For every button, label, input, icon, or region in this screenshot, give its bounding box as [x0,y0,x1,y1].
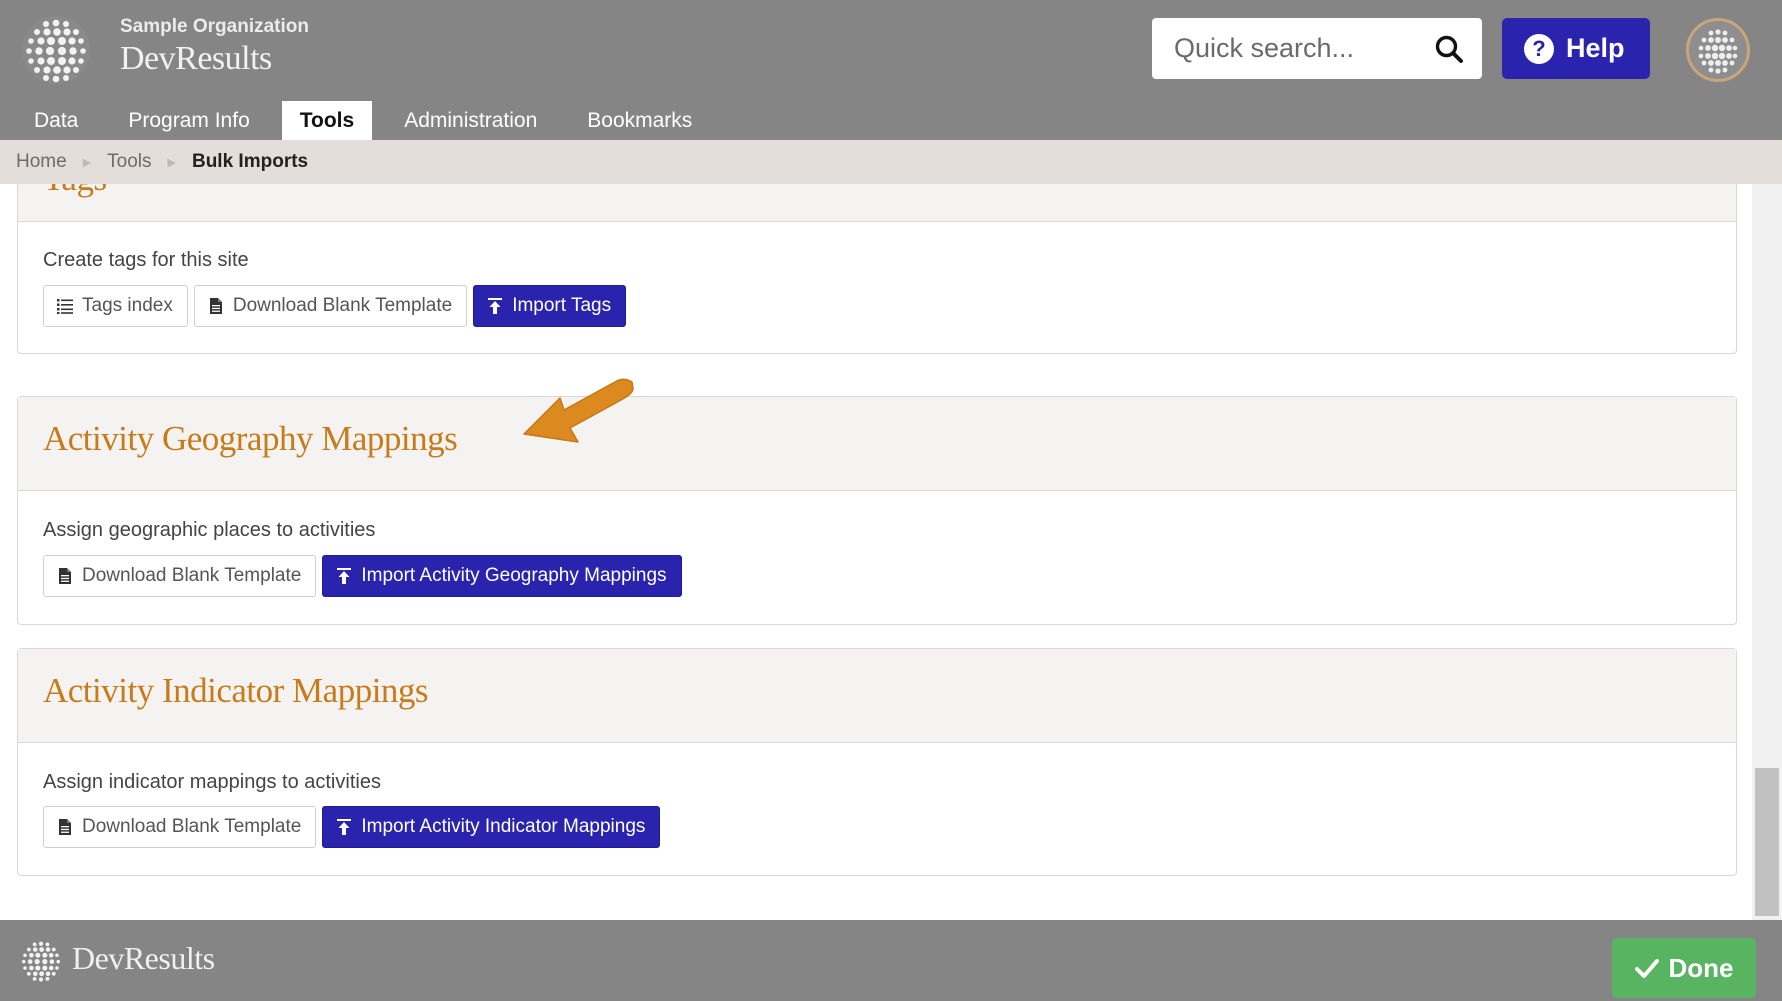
section-title: Activity Geography Mappings [43,419,458,458]
section-header: Activity Geography Mappings [18,397,1736,491]
button-label: Import Activity Geography Mappings [361,565,667,586]
nav-tab-bookmarks[interactable]: Bookmarks [569,101,710,140]
download-blank-template-button[interactable]: Download Blank Template [43,806,317,848]
section-description: Create tags for this site [43,249,249,271]
section-description: Assign indicator mappings to activities [43,771,381,793]
section-actions: Download Blank Template Import Activity … [43,806,661,848]
breadcrumb-separator-icon: ▶ [82,156,92,169]
section-activity-geography-mappings: Activity Geography Mappings Assign geogr… [17,396,1737,625]
organization-name: Sample Organization [120,16,309,37]
section-activity-indicator-mappings: Activity Indicator Mappings Assign indic… [17,648,1737,876]
breadcrumb-bulk-imports: Bulk Imports [191,151,309,172]
avatar-globe-icon [1698,29,1738,74]
button-label: Tags index [82,295,173,316]
import-tags-button[interactable]: Import Tags [473,285,627,327]
nav-tab-tools[interactable]: Tools [281,101,373,140]
upload-icon [337,819,352,835]
nav-tab-program-info[interactable]: Program Info [110,101,267,140]
devresults-logo-icon [21,941,61,982]
download-blank-template-button[interactable]: Download Blank Template [193,285,468,327]
list-icon [57,299,73,314]
button-label: Import Tags [512,295,612,316]
file-icon [209,298,222,314]
help-button-label: Help [1566,33,1625,63]
question-circle-icon: ? [1524,33,1554,64]
section-description: Assign geographic places to activities [43,519,376,541]
search-icon[interactable] [1434,34,1464,64]
main-nav: Data Program Info Tools Administration B… [0,101,724,140]
tags-index-button[interactable]: Tags index [43,285,188,327]
nav-tab-data[interactable]: Data [16,101,96,140]
quick-search-input[interactable] [1152,18,1422,79]
nav-tab-administration[interactable]: Administration [386,101,555,140]
quick-search [1152,18,1482,79]
main-content: Tags Create tags for this site Tags inde… [0,184,1752,920]
file-icon [59,568,71,584]
section-header: Tags [18,184,1736,222]
breadcrumb-separator-icon: ▶ [167,156,176,169]
done-button[interactable]: Done [1612,938,1756,998]
user-avatar[interactable] [1686,18,1750,82]
upload-icon [488,298,503,314]
help-button[interactable]: ? Help [1502,18,1650,79]
annotation-arrow-icon [523,378,634,443]
done-button-label: Done [1668,952,1734,983]
file-icon [59,819,71,835]
breadcrumb-tools[interactable]: Tools [107,151,151,173]
upload-icon [337,568,352,584]
section-actions: Download Blank Template Import Activity … [43,555,682,597]
top-header: Sample Organization DevResults ? Help Da… [0,0,1782,140]
section-title: Tags [43,184,107,199]
section-title: Activity Indicator Mappings [43,671,429,710]
checkmark-icon [1634,959,1659,978]
devresults-logo-icon[interactable] [20,14,92,86]
breadcrumb-home[interactable]: Home [16,151,67,173]
import-activity-indicator-mappings-button[interactable]: Import Activity Indicator Mappings [322,806,661,848]
import-activity-geography-mappings-button[interactable]: Import Activity Geography Mappings [322,555,682,597]
button-label: Download Blank Template [232,295,453,316]
app-name[interactable]: DevResults [120,40,272,78]
scrollbar-thumb[interactable] [1755,768,1779,916]
footer-bar: DevResults Done [0,920,1782,1001]
button-label: Download Blank Template [82,816,302,837]
download-blank-template-button[interactable]: Download Blank Template [43,555,317,597]
button-label: Download Blank Template [82,565,302,586]
page-scrollbar[interactable] [1752,184,1782,920]
breadcrumb: Home ▶ Tools ▶ Bulk Imports [0,140,1782,184]
footer-app-name: DevResults [72,940,215,976]
section-actions: Tags index Download Blank Template Impor… [43,285,627,327]
section-tags: Tags Create tags for this site Tags inde… [17,184,1737,354]
button-label: Import Activity Indicator Mappings [361,816,646,837]
section-header: Activity Indicator Mappings [18,649,1736,743]
